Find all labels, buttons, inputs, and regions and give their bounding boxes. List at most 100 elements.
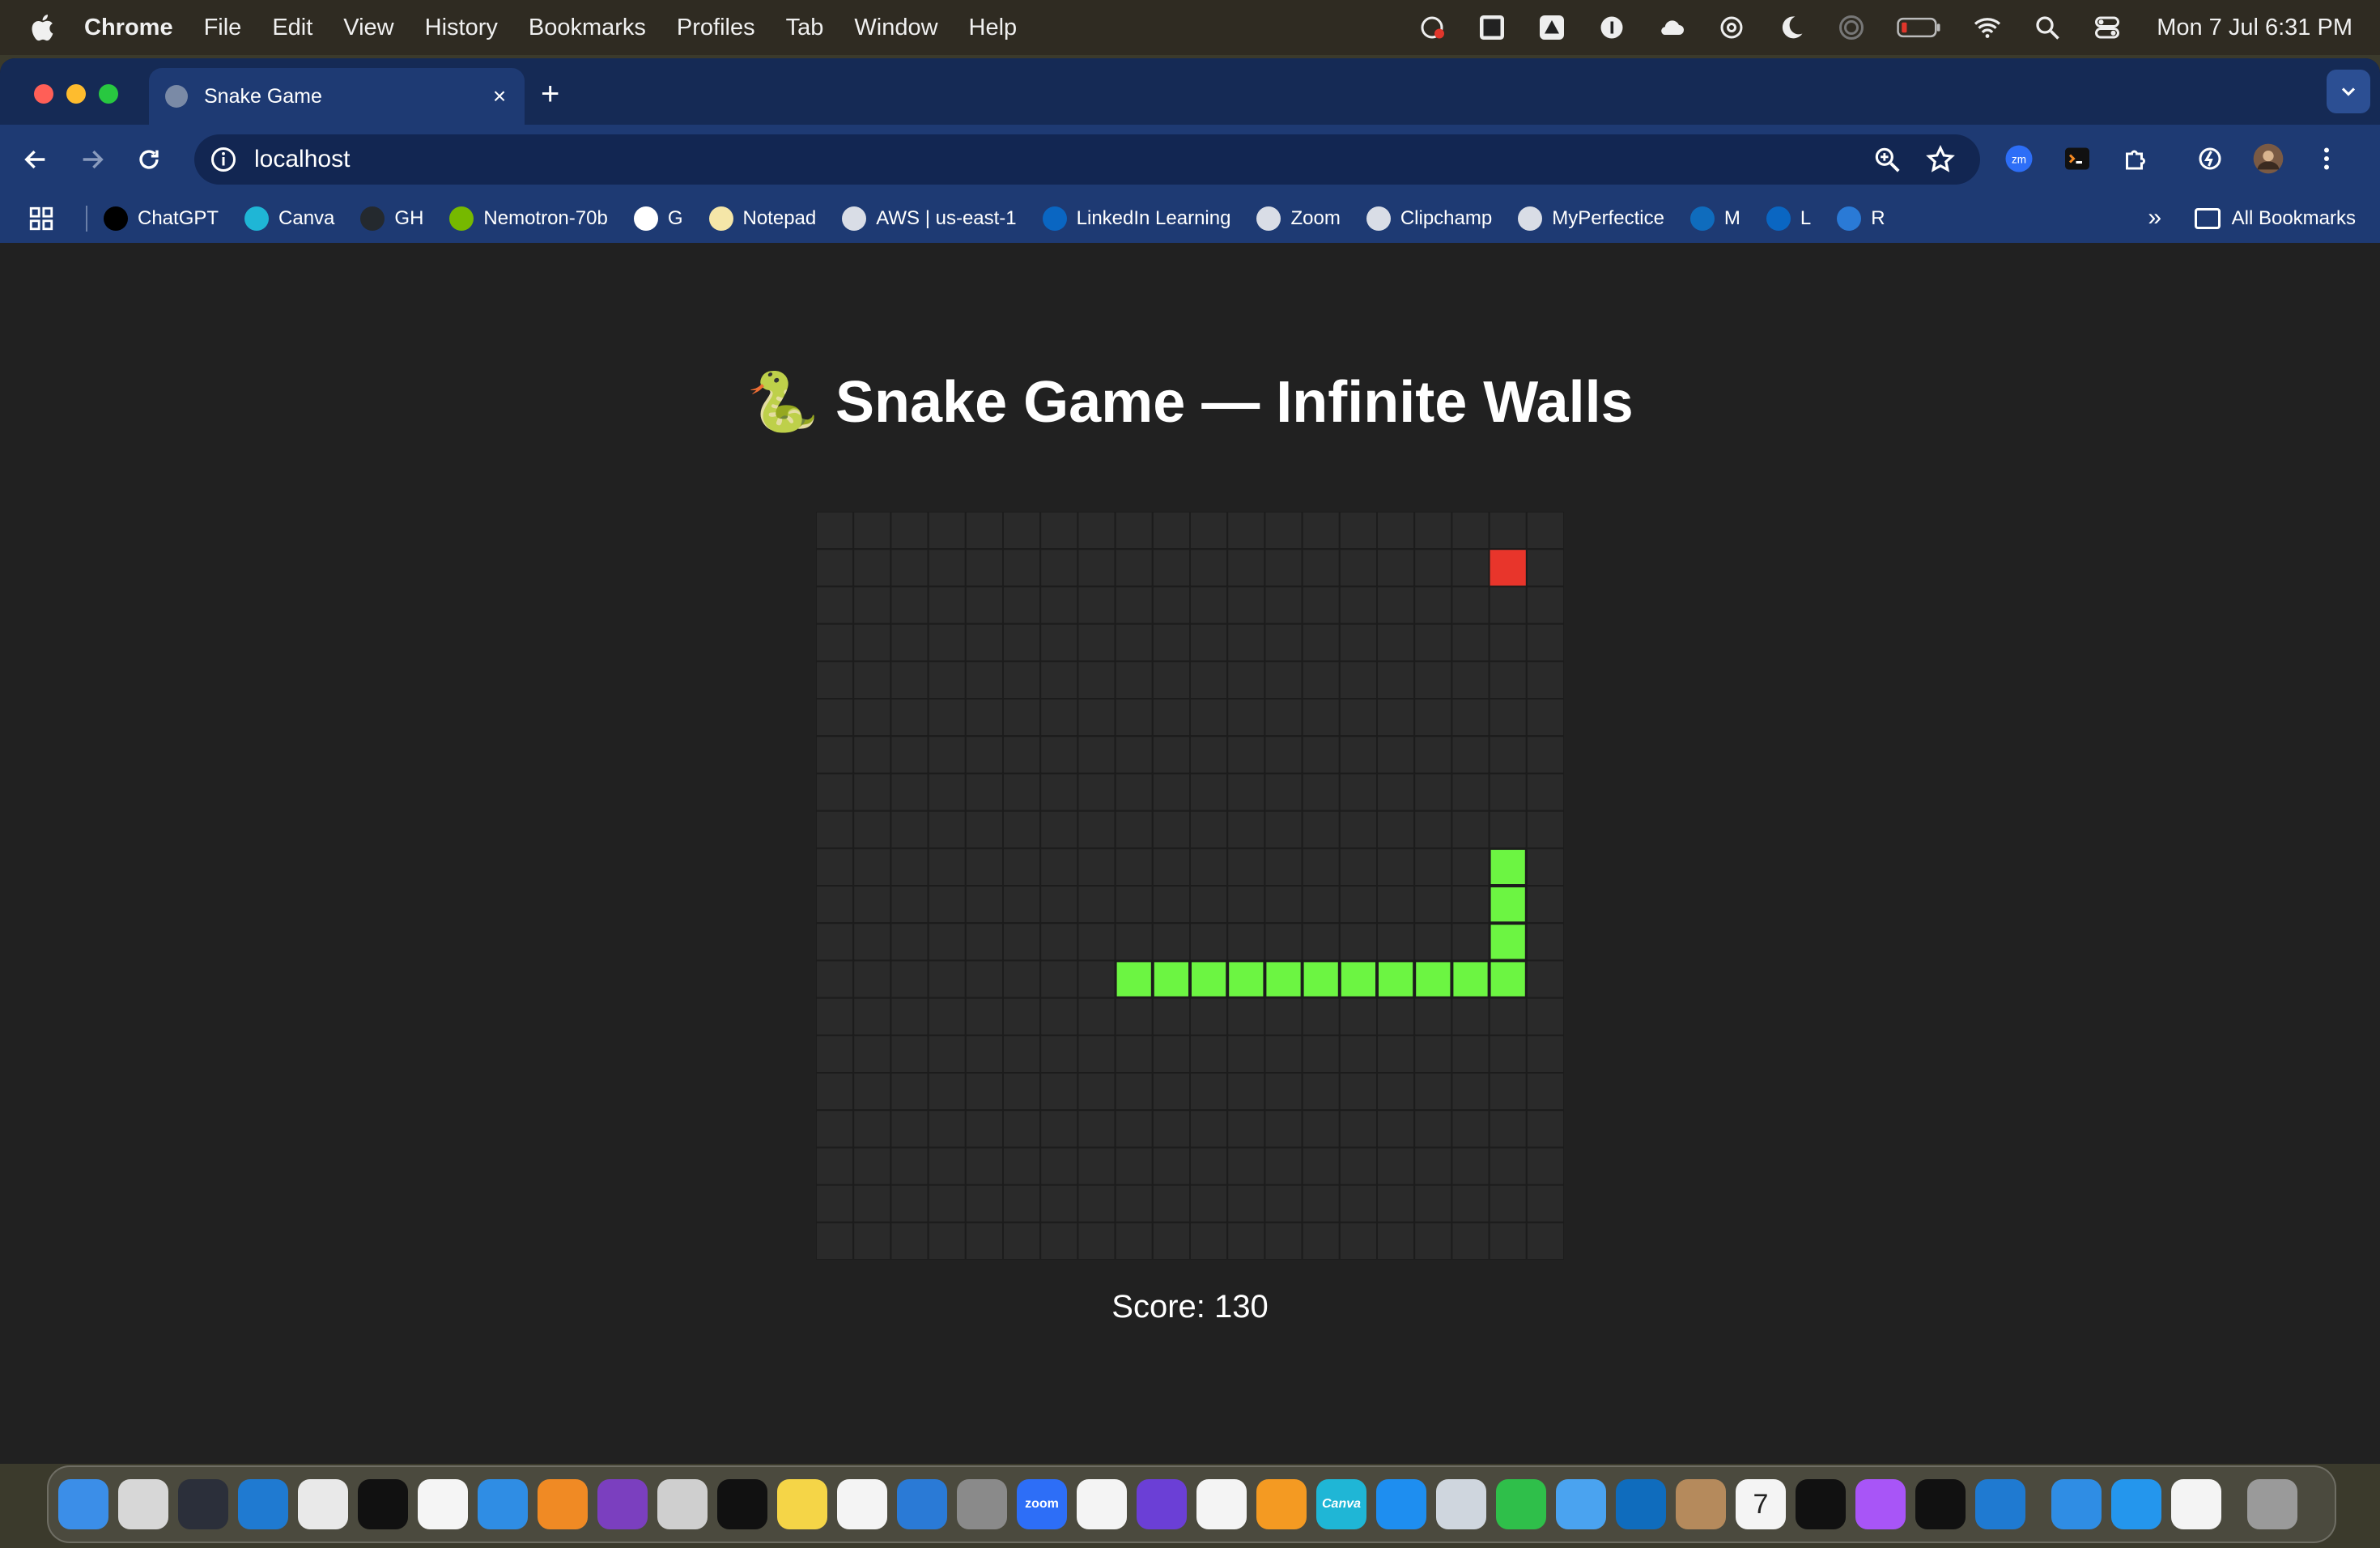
avatar[interactable] <box>2252 142 2284 175</box>
canva-icon[interactable]: Canva <box>1316 1479 1366 1529</box>
launchpad-icon[interactable] <box>118 1479 168 1529</box>
bookmark-item[interactable]: Notepad <box>708 206 816 231</box>
notes-icon[interactable] <box>777 1479 827 1529</box>
forward-button[interactable] <box>76 143 108 176</box>
reminders-icon[interactable] <box>1196 1479 1247 1529</box>
board-cell <box>1114 810 1154 849</box>
menu-view[interactable]: View <box>343 15 393 41</box>
chrome-icon[interactable] <box>298 1479 348 1529</box>
back-button[interactable] <box>19 143 52 176</box>
calendar-icon[interactable]: 7 <box>1736 1479 1786 1529</box>
bookmark-item[interactable]: R <box>1837 206 1885 231</box>
minimize-window-button[interactable] <box>66 84 86 104</box>
obs-icon[interactable] <box>178 1479 228 1529</box>
preview-icon[interactable] <box>1436 1479 1486 1529</box>
onedrive-icon[interactable] <box>897 1479 947 1529</box>
xp-pen-icon[interactable] <box>1796 1479 1846 1529</box>
menu-app-name[interactable]: Chrome <box>84 15 173 41</box>
zoom-window-button[interactable] <box>99 84 118 104</box>
textedit-icon[interactable] <box>2171 1479 2221 1529</box>
freeform-icon[interactable] <box>837 1479 887 1529</box>
chatgpt-icon[interactable] <box>418 1479 468 1529</box>
bookmark-item[interactable]: L <box>1766 206 1811 231</box>
cloud-icon[interactable] <box>1656 12 1687 43</box>
docker-icon[interactable] <box>2111 1479 2161 1529</box>
vscode-icon[interactable] <box>238 1479 288 1529</box>
bookmark-item[interactable]: LinkedIn Learning <box>1042 206 1230 231</box>
screenshot-icon[interactable] <box>657 1479 708 1529</box>
menu-help[interactable]: Help <box>969 15 1018 41</box>
contacts-icon[interactable] <box>1676 1479 1726 1529</box>
menu-edit[interactable]: Edit <box>272 15 312 41</box>
bookmark-item[interactable]: G <box>633 206 683 231</box>
apple-icon[interactable] <box>28 11 60 44</box>
menu-profiles[interactable]: Profiles <box>677 15 755 41</box>
performance-icon[interactable] <box>2194 142 2226 175</box>
close-icon[interactable]: × <box>489 85 510 108</box>
new-tab-button[interactable]: + <box>541 78 559 110</box>
control-center-icon[interactable] <box>2092 12 2123 43</box>
apps-grid-icon[interactable] <box>28 205 55 232</box>
bookmark-item[interactable]: ChatGPT <box>104 206 219 231</box>
vscode-2-icon[interactable] <box>1975 1479 2025 1529</box>
trash-icon[interactable] <box>2247 1479 2297 1529</box>
finder-icon[interactable] <box>58 1479 108 1529</box>
outlook-icon[interactable] <box>1616 1479 1666 1529</box>
menu-history[interactable]: History <box>425 15 498 41</box>
menu-tab[interactable]: Tab <box>786 15 824 41</box>
menu-kebab-icon[interactable] <box>2310 142 2343 175</box>
creative-cloud-icon[interactable] <box>1417 12 1447 43</box>
xp-pen-icon[interactable] <box>1477 12 1507 43</box>
bookmark-item[interactable]: Canva <box>244 206 334 231</box>
bookmark-item[interactable]: Nemotron-70b <box>449 206 608 231</box>
github-desktop-icon[interactable] <box>597 1479 648 1529</box>
imovie-icon[interactable] <box>1137 1479 1187 1529</box>
xp-pen-2-icon[interactable] <box>1915 1479 1966 1529</box>
menu-bookmarks[interactable]: Bookmarks <box>529 15 646 41</box>
github-copilot-icon[interactable] <box>358 1479 408 1529</box>
info-icon[interactable] <box>209 145 238 174</box>
tab-snake-game[interactable]: Snake Game × <box>149 68 525 125</box>
mail-icon[interactable] <box>1556 1479 1606 1529</box>
feedback-icon[interactable] <box>1855 1479 1906 1529</box>
wifi-icon[interactable] <box>1972 12 2003 43</box>
all-bookmarks-button[interactable]: All Bookmarks <box>2194 194 2356 243</box>
bookmark-item[interactable]: M <box>1689 206 1740 231</box>
menu-clock[interactable]: Mon 7 Jul 6:31 PM <box>2157 15 2352 41</box>
menu-file[interactable]: File <box>204 15 242 41</box>
pages-icon[interactable] <box>1256 1479 1307 1529</box>
star-icon[interactable] <box>1925 144 1956 175</box>
app-store-icon[interactable] <box>1376 1479 1426 1529</box>
drive-icon[interactable] <box>1536 12 1567 43</box>
bookmark-item[interactable]: GH <box>360 206 423 231</box>
numbers-icon[interactable] <box>1496 1479 1546 1529</box>
extensions-puzzle-icon[interactable] <box>2119 142 2152 175</box>
safari-icon[interactable] <box>478 1479 528 1529</box>
tab-search-button[interactable] <box>2327 70 2370 113</box>
game-board[interactable] <box>816 512 1564 1260</box>
airdrop-icon[interactable] <box>1836 12 1867 43</box>
menu-window[interactable]: Window <box>854 15 937 41</box>
one-password-icon[interactable] <box>1596 12 1627 43</box>
address-bar[interactable]: localhost <box>194 134 1980 185</box>
chatgpt-icon[interactable] <box>1716 12 1747 43</box>
system-settings-icon[interactable] <box>957 1479 1007 1529</box>
zoom-icon[interactable] <box>1872 144 1902 175</box>
close-window-button[interactable] <box>34 84 53 104</box>
terminal-icon[interactable] <box>717 1479 767 1529</box>
google-drive-icon[interactable] <box>1077 1479 1127 1529</box>
bookmark-item[interactable]: MyPerfectice <box>1518 206 1664 231</box>
battery-icon[interactable] <box>1896 12 1943 43</box>
spotlight-icon[interactable] <box>2032 12 2063 43</box>
zoom-icon[interactable]: zoom <box>1017 1479 1067 1529</box>
xcode-icon[interactable] <box>2051 1479 2102 1529</box>
bookmark-item[interactable]: AWS | us-east-1 <box>842 206 1017 231</box>
reload-button[interactable] <box>133 143 165 176</box>
zoom-ext-icon[interactable]: zm <box>2003 142 2035 175</box>
moon-icon[interactable] <box>1776 12 1807 43</box>
bookmark-item[interactable]: Zoom <box>1256 206 1341 231</box>
bookmark-item[interactable]: Clipchamp <box>1366 206 1492 231</box>
terminal-ext-icon[interactable] <box>2061 142 2093 175</box>
more-bookmarks-button[interactable]: » <box>2148 204 2161 232</box>
sourcetree-icon[interactable] <box>538 1479 588 1529</box>
